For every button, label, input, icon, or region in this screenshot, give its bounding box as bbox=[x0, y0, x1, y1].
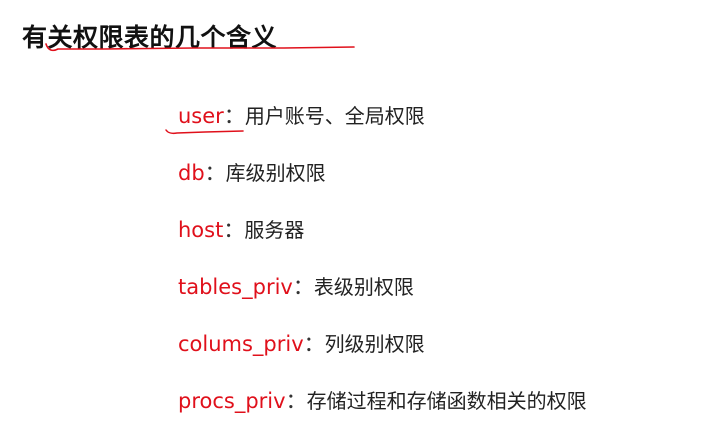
list-item-host: host：服务器 bbox=[178, 216, 304, 244]
user-underline-annotation bbox=[165, 129, 244, 135]
item-separator: ： bbox=[204, 161, 226, 185]
item-key: user bbox=[178, 104, 224, 128]
item-separator: ： bbox=[223, 218, 245, 242]
item-separator: ： bbox=[303, 332, 325, 356]
list-item-procs-priv: procs_priv：存储过程和存储函数相关的权限 bbox=[178, 387, 587, 415]
list-item-db: db：库级别权限 bbox=[178, 159, 326, 187]
item-description: 库级别权限 bbox=[225, 161, 326, 185]
item-separator: ： bbox=[285, 389, 307, 413]
item-description: 服务器 bbox=[244, 218, 305, 242]
item-key: procs_priv bbox=[178, 389, 286, 413]
slide: 有关权限表的几个含义 user：用户账号、全局权限 db：库级别权限 host：… bbox=[0, 0, 701, 433]
item-description: 表级别权限 bbox=[313, 275, 414, 299]
list-item-tables-priv: tables_priv：表级别权限 bbox=[178, 273, 414, 301]
item-key: db bbox=[178, 161, 205, 185]
item-key: tables_priv bbox=[178, 275, 293, 299]
item-key: host bbox=[178, 218, 224, 242]
item-description: 用户账号、全局权限 bbox=[244, 104, 425, 128]
list-item-colums-priv: colums_priv：列级别权限 bbox=[178, 330, 425, 358]
item-key: colums_priv bbox=[178, 332, 304, 356]
title-underline-annotation bbox=[45, 43, 355, 52]
item-separator: ： bbox=[223, 104, 245, 128]
item-description: 列级别权限 bbox=[324, 332, 425, 356]
item-description: 存储过程和存储函数相关的权限 bbox=[306, 389, 587, 413]
item-separator: ： bbox=[292, 275, 314, 299]
